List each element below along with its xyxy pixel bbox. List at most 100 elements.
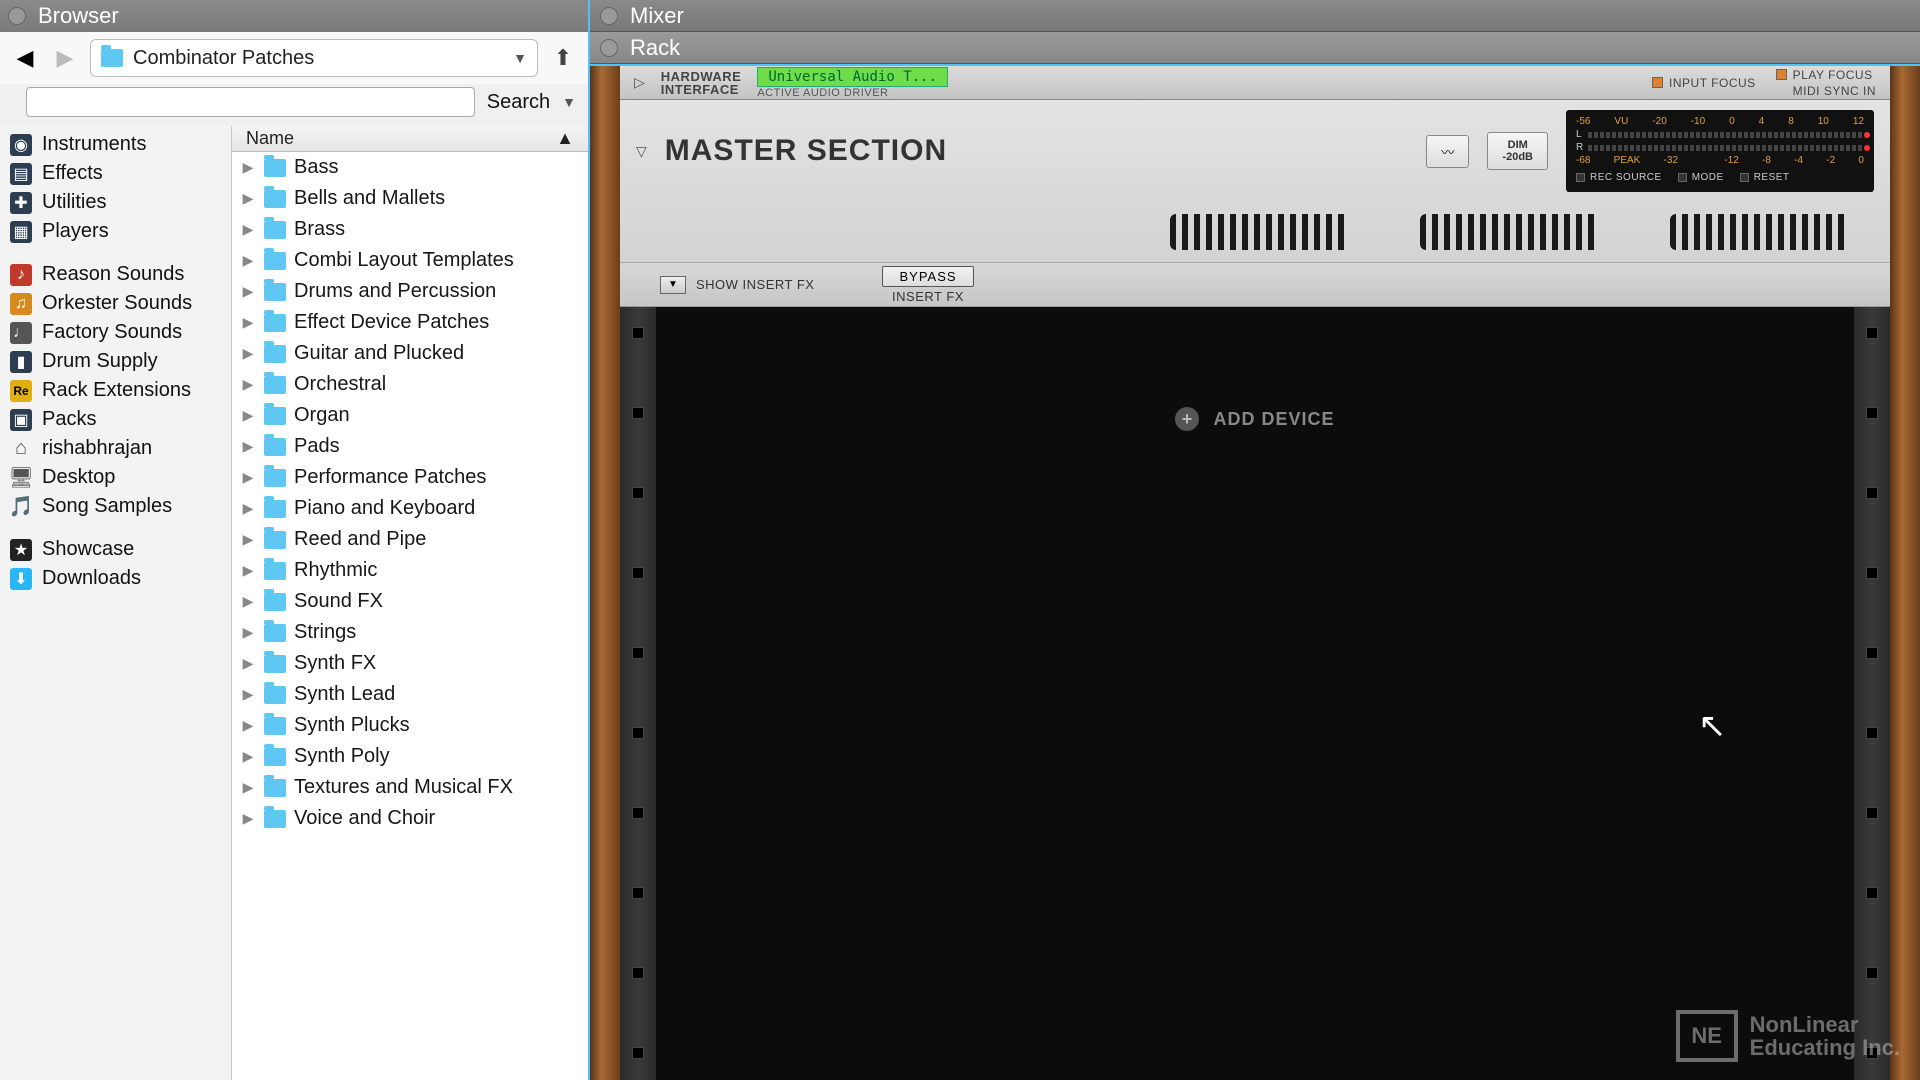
disclosure-icon[interactable]: ▶ bbox=[240, 376, 256, 393]
folder-row[interactable]: ▶Piano and Keyboard bbox=[232, 493, 588, 524]
disclosure-icon[interactable]: ▶ bbox=[240, 810, 256, 827]
folder-name: Synth Poly bbox=[294, 745, 390, 768]
sidebar-item[interactable]: ⌂rishabhrajan bbox=[0, 434, 231, 463]
sidebar-item[interactable]: ▣Packs bbox=[0, 405, 231, 434]
disclosure-icon[interactable]: ▶ bbox=[240, 345, 256, 362]
disclosure-icon[interactable]: ▶ bbox=[240, 500, 256, 517]
sidebar-item[interactable]: ◉Instruments bbox=[0, 130, 231, 159]
folder-row[interactable]: ▶Performance Patches bbox=[232, 462, 588, 493]
sidebar-item[interactable]: ★Showcase bbox=[0, 535, 231, 564]
disclosure-icon[interactable]: ▶ bbox=[240, 717, 256, 734]
audio-driver-display[interactable]: Universal Audio T... bbox=[757, 67, 948, 87]
play-icon[interactable]: ▷ bbox=[634, 74, 645, 91]
chevron-right-icon: ▶ bbox=[57, 45, 74, 71]
disclosure-icon[interactable]: ▶ bbox=[240, 407, 256, 424]
folder-name: Reed and Pipe bbox=[294, 528, 426, 551]
sidebar-item[interactable]: ♫Orkester Sounds bbox=[0, 289, 231, 318]
sidebar-item[interactable]: ▮Drum Supply bbox=[0, 347, 231, 376]
disclosure-icon[interactable]: ▶ bbox=[240, 190, 256, 207]
folder-row[interactable]: ▶ Synth Lead bbox=[232, 679, 588, 710]
folder-row[interactable]: ▶Guitar and Plucked bbox=[232, 338, 588, 369]
nav-up-button[interactable]: ⬆ bbox=[548, 43, 578, 73]
disclosure-icon[interactable]: ▶ bbox=[240, 252, 256, 269]
disclosure-icon[interactable]: ▶ bbox=[240, 655, 256, 672]
folder-row[interactable]: ▶Rhythmic bbox=[232, 555, 588, 586]
folder-name: Organ bbox=[294, 404, 350, 427]
disclosure-icon[interactable]: ▶ bbox=[240, 748, 256, 765]
disclosure-icon[interactable]: ▶ bbox=[240, 221, 256, 238]
folder-row[interactable]: ▶ Bells and Mallets bbox=[232, 183, 588, 214]
column-header-name[interactable]: Name ▲ bbox=[232, 126, 588, 152]
tab-mixer[interactable]: Mixer bbox=[590, 0, 1920, 32]
add-device-button[interactable]: + ADD DEVICE bbox=[1175, 407, 1334, 431]
folder-row[interactable]: ▶Sound FX bbox=[232, 586, 588, 617]
sidebar-item[interactable]: ReRack Extensions bbox=[0, 376, 231, 405]
disclosure-icon[interactable]: ▶ bbox=[240, 469, 256, 486]
rack-body[interactable]: + ADD DEVICE bbox=[620, 307, 1890, 1080]
sidebar-item[interactable]: ⬇Downloads bbox=[0, 564, 231, 593]
disclosure-icon[interactable]: ▶ bbox=[240, 438, 256, 455]
rack-frame: ▷ HARDWARE INTERFACE Universal Audio T..… bbox=[590, 64, 1920, 1080]
folder-row[interactable]: ▶Combi Layout Templates bbox=[232, 245, 588, 276]
disclosure-icon[interactable]: ▶ bbox=[240, 779, 256, 796]
dim-button[interactable]: DIM -20dB bbox=[1487, 132, 1548, 170]
hardware-interface-device[interactable]: ▷ HARDWARE INTERFACE Universal Audio T..… bbox=[620, 66, 1890, 100]
path-dropdown[interactable]: Combinator Patches ▼ bbox=[90, 39, 538, 77]
sidebar-item[interactable]: 🎵Song Samples bbox=[0, 492, 231, 521]
graph-button[interactable]: 〰 bbox=[1426, 135, 1469, 168]
disclosure-icon[interactable]: ▶ bbox=[240, 283, 256, 300]
folder-row[interactable]: ▶Textures and Musical FX bbox=[232, 772, 588, 803]
folder-row[interactable]: ▶Drums and Percussion bbox=[232, 276, 588, 307]
meter-left-label: L bbox=[1576, 129, 1584, 140]
sidebar-item[interactable]: ▤Effects bbox=[0, 159, 231, 188]
folder-row[interactable]: ▶Brass bbox=[232, 214, 588, 245]
search-label[interactable]: Search bbox=[487, 91, 550, 114]
sidebar-item[interactable]: ♩Factory Sounds bbox=[0, 318, 231, 347]
disclosure-icon[interactable]: ▶ bbox=[240, 562, 256, 579]
sidebar-item[interactable]: 🖥Desktop bbox=[0, 463, 231, 492]
folder-name: Synth Lead bbox=[294, 683, 395, 706]
folder-icon bbox=[264, 407, 286, 425]
folder-row[interactable]: ▶Synth FX bbox=[232, 648, 588, 679]
master-section-device[interactable]: ▽ MASTER SECTION 〰 DIM -20dB -56VU-20-10… bbox=[620, 100, 1890, 307]
input-focus-toggle[interactable]: INPUT FOCUS bbox=[1652, 76, 1756, 90]
window-dot-icon[interactable] bbox=[600, 39, 618, 57]
folder-name: Bells and Mallets bbox=[294, 187, 445, 210]
disclosure-icon[interactable]: ▶ bbox=[240, 314, 256, 331]
folder-icon bbox=[264, 221, 286, 239]
search-options-icon[interactable]: ▼ bbox=[562, 94, 576, 110]
window-dot-icon[interactable] bbox=[8, 7, 26, 25]
folder-row[interactable]: ▶Effect Device Patches bbox=[232, 307, 588, 338]
window-dot-icon[interactable] bbox=[600, 7, 618, 25]
disclosure-icon[interactable]: ▶ bbox=[240, 593, 256, 610]
tab-rack[interactable]: Rack bbox=[590, 32, 1920, 64]
nav-back-button[interactable]: ◀ bbox=[10, 43, 40, 73]
sidebar-item[interactable]: ♪Reason Sounds bbox=[0, 260, 231, 289]
folder-row[interactable]: ▶Voice and Choir bbox=[232, 803, 588, 834]
folder-name: Bass bbox=[294, 156, 338, 179]
disclosure-icon[interactable]: ▶ bbox=[240, 686, 256, 703]
play-focus-toggle[interactable]: PLAY FOCUS bbox=[1776, 68, 1876, 82]
folder-row[interactable]: ▶Pads bbox=[232, 431, 588, 462]
mode-toggle[interactable]: MODE bbox=[1678, 172, 1724, 183]
folder-row[interactable]: ▶ Organ bbox=[232, 400, 588, 431]
disclosure-icon[interactable]: ▽ bbox=[636, 143, 647, 160]
folder-row[interactable]: ▶ Synth Poly bbox=[232, 741, 588, 772]
sidebar-item-icon: ▮ bbox=[10, 351, 32, 373]
nav-forward-button[interactable]: ▶ bbox=[50, 43, 80, 73]
show-insert-fx-button[interactable]: ▼ bbox=[660, 276, 686, 294]
folder-row[interactable]: ▶Orchestral bbox=[232, 369, 588, 400]
search-input[interactable] bbox=[26, 87, 475, 117]
sidebar-item[interactable]: ▦Players bbox=[0, 217, 231, 246]
folder-row[interactable]: ▶Synth Plucks bbox=[232, 710, 588, 741]
rec-source-toggle[interactable]: REC SOURCE bbox=[1576, 172, 1662, 183]
disclosure-icon[interactable]: ▶ bbox=[240, 159, 256, 176]
folder-row[interactable]: ▶Strings bbox=[232, 617, 588, 648]
sidebar-item[interactable]: ✚Utilities bbox=[0, 188, 231, 217]
disclosure-icon[interactable]: ▶ bbox=[240, 531, 256, 548]
folder-row[interactable]: ▶ Bass bbox=[232, 152, 588, 183]
folder-row[interactable]: ▶ Reed and Pipe bbox=[232, 524, 588, 555]
reset-button[interactable]: RESET bbox=[1740, 172, 1790, 183]
bypass-button[interactable]: BYPASS bbox=[882, 266, 973, 287]
disclosure-icon[interactable]: ▶ bbox=[240, 624, 256, 641]
